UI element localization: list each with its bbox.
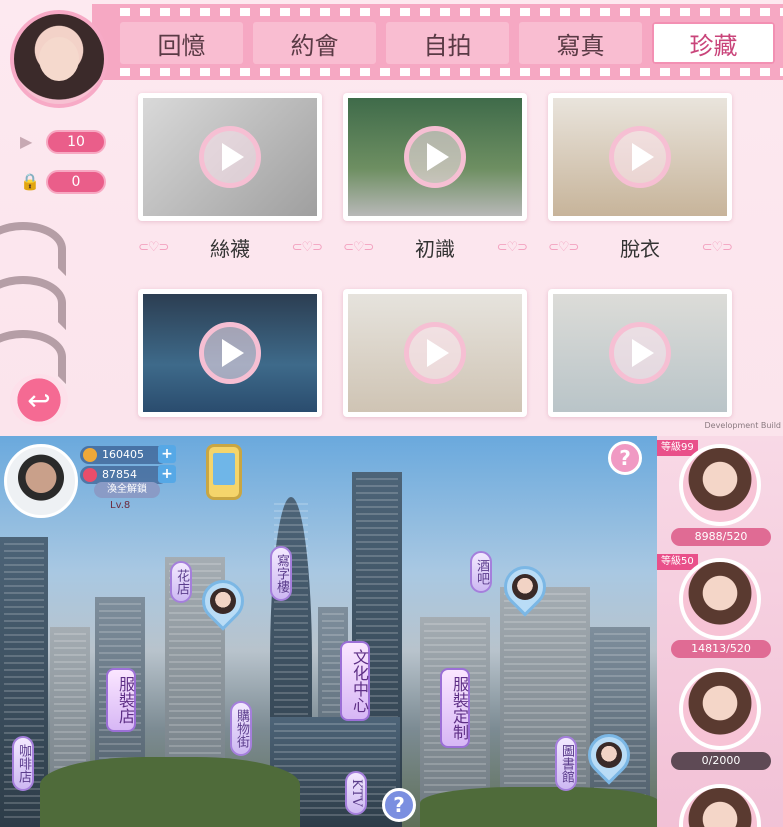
video-label: 脫衣 — [620, 237, 660, 261]
tab-collection[interactable]: 珍藏 — [652, 22, 775, 64]
tab-dates[interactable]: 約會 — [253, 22, 376, 64]
video-card[interactable] — [138, 289, 322, 417]
add-coins-button[interactable]: + — [158, 445, 176, 463]
video-label: 絲襪 — [210, 237, 250, 261]
city-map: 160405 + 87854 + 渙全解鎖 Lv.8 ? 花店 寫字樓 酒吧 文… — [0, 436, 783, 827]
help-button[interactable]: ? — [608, 441, 642, 475]
video-card[interactable] — [138, 93, 322, 221]
wing-right-icon: ⊂♡⊃ — [291, 240, 323, 255]
wing-left-icon: ⊂♡⊃ — [138, 240, 169, 255]
unknown-location-icon[interactable]: ? — [382, 788, 416, 822]
character-affection: 14813/520 — [671, 640, 771, 658]
coin-balance: 160405 + — [80, 445, 176, 464]
wing-right-icon: ⊂♡⊃ — [701, 240, 733, 255]
memories-panel: 回憶 約會 自拍 寫真 珍藏 ▶ 10 🔒 0 ↩ ⊂♡⊃ 絲襪 ⊂♡⊃ ⊂♡⊃… — [0, 0, 783, 436]
video-label-row: ⊂♡⊃ 脫衣 ⊂♡⊃ — [548, 233, 733, 262]
add-gems-button[interactable]: + — [158, 465, 176, 483]
play-button-icon[interactable] — [609, 126, 671, 188]
location-tailor[interactable]: 服裝定制 — [440, 668, 470, 748]
location-flower-shop[interactable]: 花店 — [170, 561, 192, 603]
location-bar[interactable]: 酒吧 — [470, 551, 492, 593]
player-level: Lv.8 — [110, 500, 131, 511]
video-card[interactable] — [343, 93, 527, 221]
character-list: 等級99 8988/520 等級50 14813/520 0/2000 — [657, 436, 783, 827]
video-label: 初識 — [415, 237, 455, 261]
play-button-icon[interactable] — [199, 126, 261, 188]
gem-icon — [83, 468, 97, 482]
video-card[interactable] — [548, 93, 732, 221]
coin-icon — [83, 448, 97, 462]
character-avatar[interactable] — [679, 558, 761, 640]
unlock-all-button[interactable]: 渙全解鎖 — [94, 482, 160, 498]
lock-icon: 🔒 — [20, 172, 40, 191]
location-clothing-store[interactable]: 服裝店 — [106, 668, 136, 732]
character-affection: 0/2000 — [671, 752, 771, 770]
play-icon: ▶ — [20, 132, 33, 151]
video-card[interactable] — [548, 289, 732, 417]
location-ktv[interactable]: KTV — [345, 771, 367, 815]
play-button-icon[interactable] — [404, 322, 466, 384]
tab-selfies[interactable]: 自拍 — [386, 22, 509, 64]
tab-memories[interactable]: 回憶 — [120, 22, 243, 64]
play-counter: ▶ 10 — [20, 130, 106, 154]
play-button-icon[interactable] — [609, 322, 671, 384]
character-affection: 8988/520 — [671, 528, 771, 546]
location-cafe[interactable]: 咖啡店 — [12, 736, 34, 791]
play-button-icon[interactable] — [404, 126, 466, 188]
wing-left-icon: ⊂♡⊃ — [548, 240, 579, 255]
player-avatar[interactable] — [4, 444, 78, 518]
binder-rings — [0, 222, 66, 384]
player-info: 160405 + 87854 + 渙全解鎖 Lv.8 — [4, 442, 176, 522]
back-button[interactable]: ↩ — [10, 374, 68, 426]
character-avatar[interactable] — [679, 444, 761, 526]
character-avatar[interactable] — [679, 784, 761, 827]
tab-photoshoots[interactable]: 寫真 — [519, 22, 642, 64]
dev-build-text: Development Build — [704, 421, 781, 430]
video-card[interactable] — [343, 289, 527, 417]
heroine-avatar — [10, 10, 108, 108]
location-culture-center[interactable]: 文化中心 — [340, 641, 370, 721]
wing-right-icon: ⊂♡⊃ — [496, 240, 528, 255]
lock-counter: 🔒 0 — [20, 170, 106, 194]
character-avatar[interactable] — [679, 668, 761, 750]
back-arrow-icon: ↩ — [27, 383, 51, 417]
location-library[interactable]: 圖書館 — [555, 736, 577, 791]
tab-bar: 回憶 約會 自拍 寫真 珍藏 — [120, 22, 775, 64]
location-office[interactable]: 寫字樓 — [270, 546, 292, 601]
play-count: 10 — [46, 130, 106, 154]
wing-left-icon: ⊂♡⊃ — [343, 240, 374, 255]
location-shopping-street[interactable]: 購物街 — [230, 701, 252, 756]
video-label-row: ⊂♡⊃ 初識 ⊂♡⊃ — [343, 233, 528, 262]
phone-icon[interactable] — [206, 444, 242, 500]
play-button-icon[interactable] — [199, 322, 261, 384]
lock-count: 0 — [46, 170, 106, 194]
video-label-row: ⊂♡⊃ 絲襪 ⊂♡⊃ — [138, 233, 323, 262]
